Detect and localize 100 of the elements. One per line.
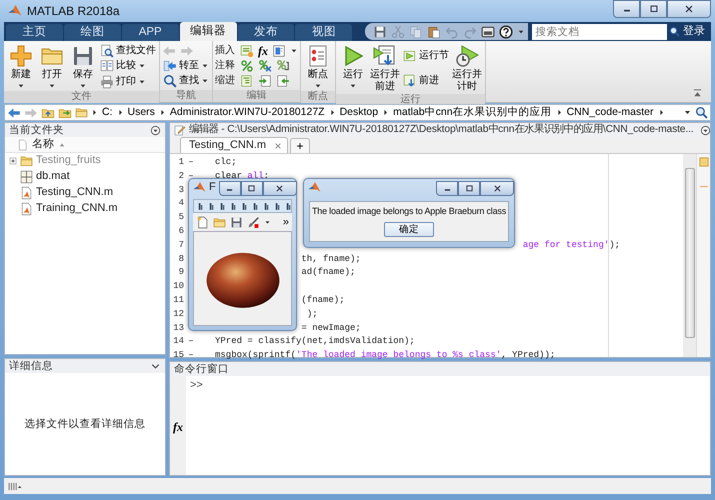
blank-page-icon[interactable] — [196, 216, 209, 228]
ribbon-button[interactable]: 断点 — [303, 43, 333, 91]
path-segment[interactable]: Users — [126, 106, 156, 119]
caret-icon[interactable] — [264, 218, 271, 226]
indent-icon[interactable] — [240, 74, 254, 88]
search-field[interactable]: 搜索文档 — [532, 24, 668, 40]
caret-icon[interactable] — [517, 28, 526, 36]
ribbon-tab[interactable]: 编辑器 — [180, 22, 237, 41]
percent-icon[interactable] — [240, 58, 254, 73]
ribbon-button[interactable]: 转至 — [162, 58, 210, 74]
login-link[interactable]: 登录 — [683, 24, 706, 38]
percent-arrow-icon[interactable] — [276, 58, 290, 73]
maximize-icon — [648, 4, 658, 14]
ribbon-button[interactable]: 打开 — [37, 43, 67, 91]
maximize-icon — [247, 184, 256, 193]
ribbon-button[interactable]: 运行 — [338, 43, 368, 94]
file-name[interactable]: Testing_fruits — [36, 154, 101, 168]
document-icon[interactable] — [272, 44, 286, 58]
ribbon-tab[interactable]: 绘图 — [64, 24, 121, 41]
help-icon[interactable] — [499, 24, 514, 38]
path-segment[interactable]: Administrator.WIN7U-20180127Z — [168, 106, 326, 119]
line-marker: – — [187, 156, 195, 169]
panel-title: 详细信息 — [9, 360, 53, 372]
chevron-icon[interactable] — [328, 108, 336, 117]
close-button[interactable] — [667, 0, 711, 18]
line-number: 13 — [172, 322, 184, 335]
caret-icon[interactable] — [290, 46, 298, 55]
ribbon-button[interactable]: 运行节 — [402, 48, 450, 63]
path-segment[interactable]: matlab中cnn在水果识别中的应用 — [392, 106, 553, 119]
maximize-button[interactable] — [640, 0, 667, 18]
folder-icon — [20, 154, 33, 168]
maximize-button[interactable] — [458, 181, 480, 196]
ribbon-tab[interactable]: 发布 — [238, 24, 294, 41]
path-segment[interactable]: CNN_code-master — [566, 106, 655, 119]
section-icon[interactable] — [240, 44, 254, 58]
expand-icon[interactable] — [9, 157, 17, 165]
search-icon — [163, 74, 177, 88]
brush-icon[interactable] — [247, 216, 260, 228]
ribbon-button[interactable]: 保存 — [68, 43, 98, 91]
ok-button[interactable]: 确定 — [384, 222, 434, 238]
file-name[interactable]: db.mat — [36, 170, 70, 184]
chevron-icon[interactable] — [116, 108, 124, 117]
windows-icon[interactable] — [481, 24, 496, 38]
caret-icon — [349, 82, 357, 90]
circle-caret-icon[interactable] — [150, 124, 161, 136]
ribbon-button[interactable]: 查找文件 — [99, 43, 157, 58]
clipboard-icon[interactable] — [427, 24, 442, 38]
ribbon-tab[interactable]: APP — [122, 24, 179, 41]
file-name[interactable]: Training_CNN.m — [36, 202, 118, 216]
code-text: 'The loaded image belongs to %s class' — [296, 349, 502, 362]
close-icon[interactable] — [274, 142, 282, 150]
line-number: 5 — [178, 211, 184, 224]
ribbon-button[interactable]: 前进 — [402, 73, 450, 88]
path-segment[interactable]: Desktop — [338, 106, 380, 119]
minimize-button[interactable] — [218, 181, 241, 196]
insert-function-button[interactable]: fx — [258, 44, 268, 58]
maximize-button[interactable] — [240, 181, 263, 196]
chevron-icon[interactable] — [658, 108, 665, 117]
code-text: (fname); — [301, 294, 345, 307]
more-button[interactable]: » — [282, 216, 289, 228]
minimize-button[interactable] — [436, 181, 458, 196]
ribbon-button[interactable]: 比较 — [99, 58, 157, 74]
ribbon-tab[interactable]: 主页 — [6, 24, 63, 41]
ribbon-button[interactable]: 运行并计时 — [451, 43, 483, 94]
code-text: clc; — [215, 156, 237, 169]
group-label: 编辑 — [213, 90, 300, 102]
close-button[interactable] — [262, 181, 297, 196]
collapse-ribbon-icon[interactable] — [692, 88, 703, 99]
grid-file-icon — [20, 170, 33, 184]
new-tab-button[interactable]: + — [290, 138, 310, 153]
close-button[interactable] — [480, 181, 514, 196]
minimize-button[interactable] — [613, 0, 640, 18]
line-marker: – — [187, 349, 195, 362]
ribbon-button[interactable]: 打印 — [99, 74, 157, 90]
chevron-icon[interactable] — [91, 108, 98, 117]
file-name[interactable]: Testing_CNN.m — [36, 186, 114, 200]
percent-cross-icon[interactable] — [258, 58, 272, 73]
circle-caret-icon[interactable] — [700, 124, 710, 136]
search-icon[interactable] — [669, 26, 680, 37]
code-text: age for testing' — [522, 238, 610, 252]
ribbon-tab[interactable]: 视图 — [295, 24, 352, 41]
script-file-icon — [20, 186, 33, 200]
ribbon-button[interactable]: 新建 — [6, 43, 36, 91]
ribbon-button[interactable]: 查找 — [162, 74, 210, 89]
line-number: 4 — [178, 197, 184, 210]
grip-icon[interactable] — [8, 480, 22, 492]
folder-icon[interactable] — [213, 216, 226, 228]
code-text: ad(fname); — [301, 266, 356, 280]
file-tab[interactable]: Testing_CNN.m — [180, 137, 288, 153]
ribbon-button[interactable]: 运行并前进 — [369, 43, 401, 94]
chevron-icon[interactable] — [158, 108, 166, 117]
search-icon[interactable] — [695, 106, 708, 119]
scrollbar-thumb[interactable] — [684, 168, 694, 338]
chevron-icon[interactable] — [556, 108, 563, 117]
chevron-icon[interactable] — [382, 108, 390, 117]
details-message: 选择文件以查看详细信息 — [24, 418, 146, 430]
back-arrow-icon[interactable] — [7, 106, 21, 120]
path-segment[interactable]: C: — [101, 106, 114, 119]
line-number: 9 — [178, 266, 184, 280]
two-pages-icon — [100, 59, 114, 74]
